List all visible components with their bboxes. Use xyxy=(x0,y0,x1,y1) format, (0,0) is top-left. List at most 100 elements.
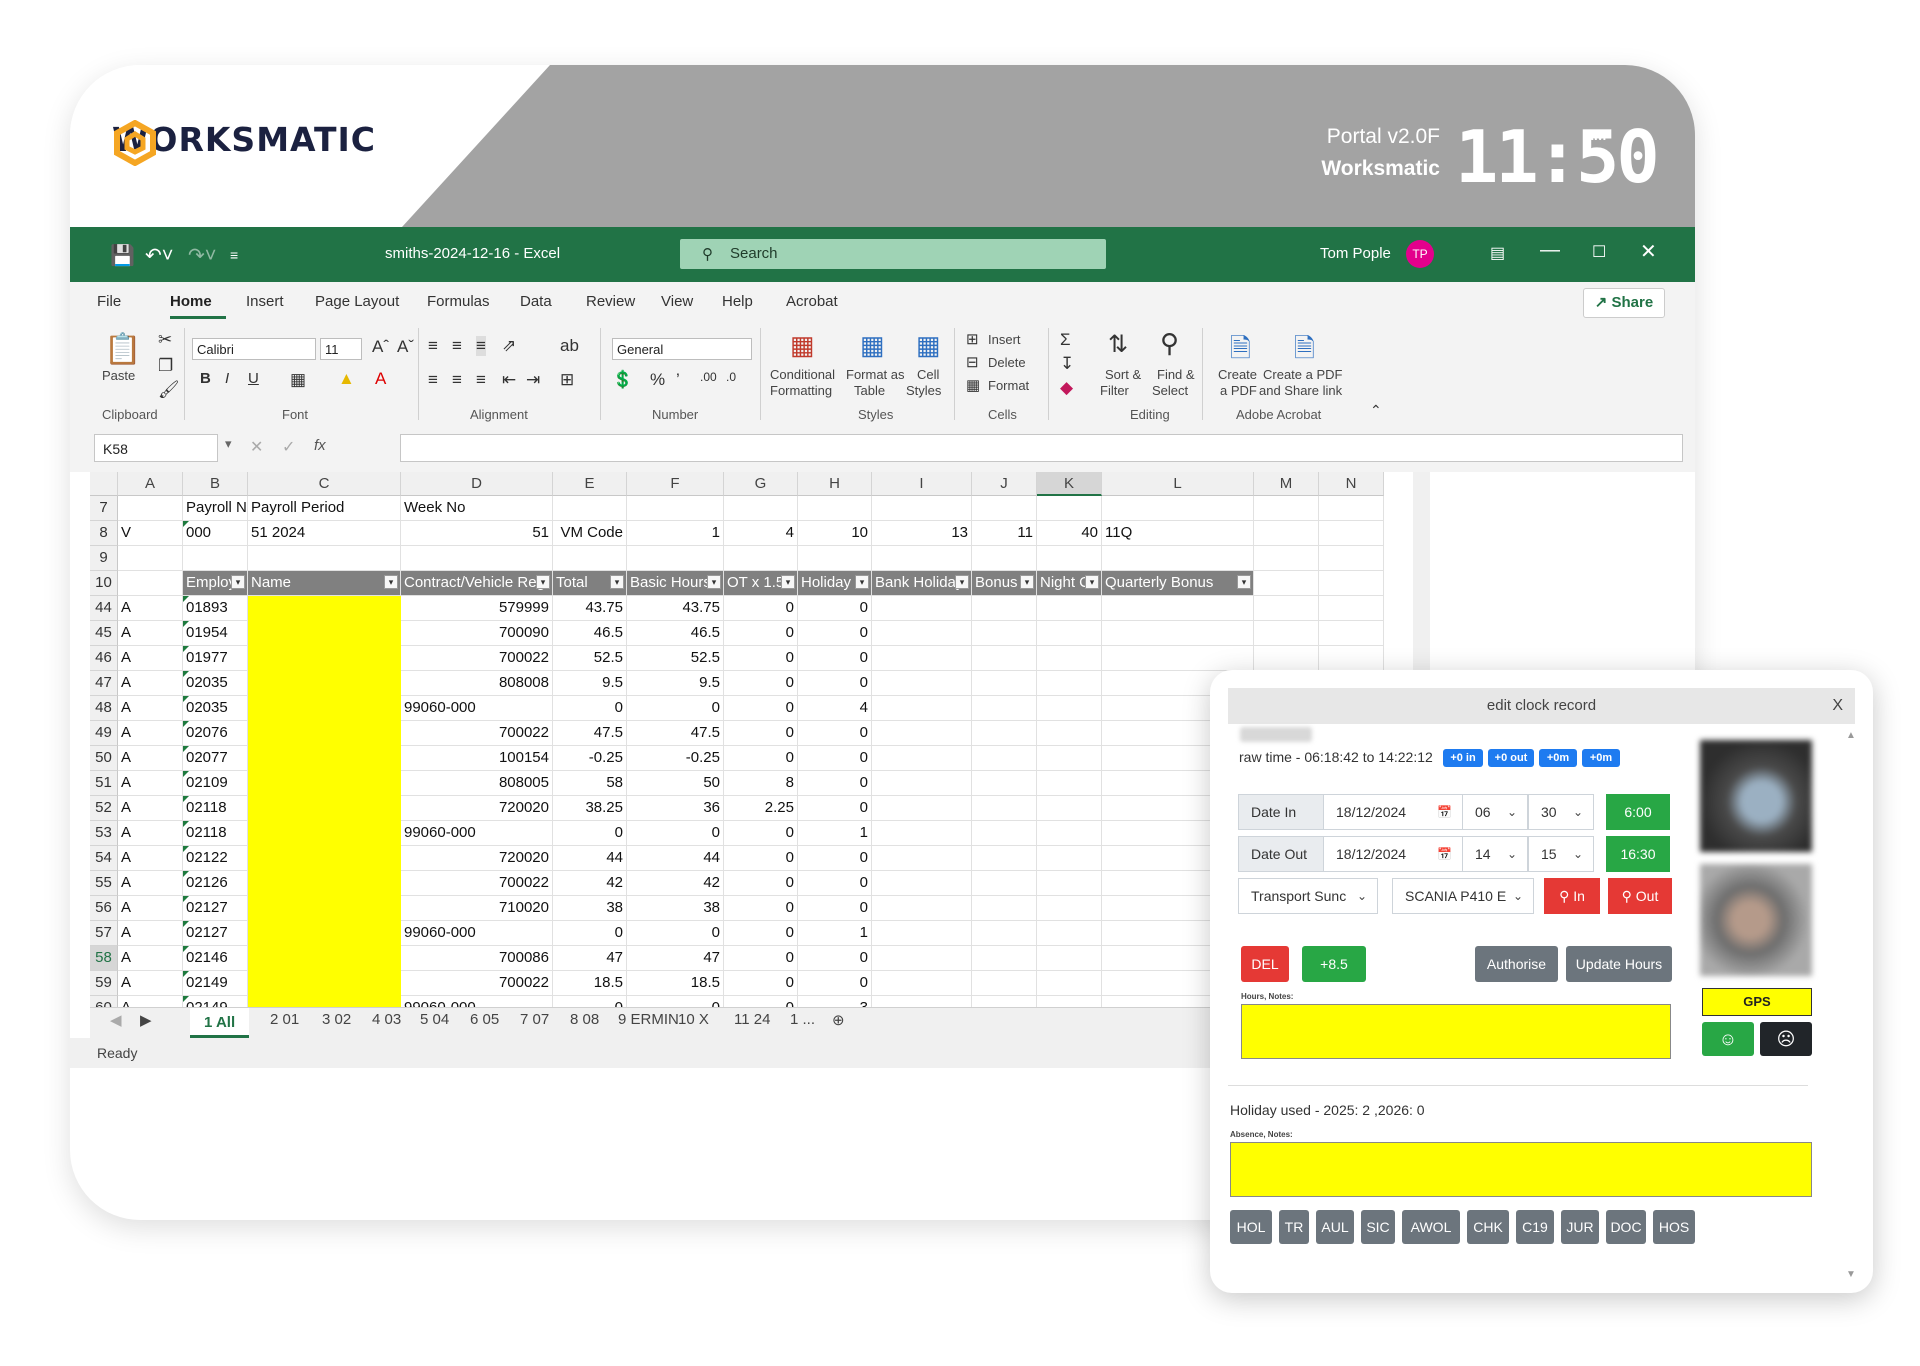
table-cell[interactable]: 47 xyxy=(627,946,724,971)
scroll-up-icon[interactable]: ▲ xyxy=(1846,730,1856,741)
cell[interactable] xyxy=(553,496,627,521)
table-cell[interactable] xyxy=(1037,871,1102,896)
create-pdf-label-2[interactable]: a PDF xyxy=(1220,383,1257,398)
table-cell[interactable] xyxy=(1254,596,1319,621)
table-cell[interactable] xyxy=(1102,596,1254,621)
tab-acrobat[interactable]: Acrobat xyxy=(786,293,838,310)
name-box[interactable]: K58 xyxy=(94,434,218,462)
row-header[interactable]: 8 xyxy=(90,521,118,546)
row-header[interactable]: 52 xyxy=(90,796,118,821)
table-header-cell[interactable]: Basic Hours ▾ xyxy=(627,571,724,596)
cell[interactable] xyxy=(401,546,553,571)
table-cell[interactable]: 0 xyxy=(798,646,872,671)
table-cell[interactable]: 02035 xyxy=(183,696,248,721)
column-header[interactable]: L xyxy=(1102,472,1254,496)
row-header[interactable]: 59 xyxy=(90,971,118,996)
table-cell[interactable]: 0 xyxy=(553,696,627,721)
align-center-icon[interactable]: ≡ xyxy=(452,370,462,390)
table-cell[interactable]: 0 xyxy=(724,946,798,971)
cell[interactable] xyxy=(972,546,1037,571)
sheet-tab[interactable]: 1 All xyxy=(190,1008,250,1038)
redacted-name-cell[interactable] xyxy=(248,696,401,721)
format-cells-icon[interactable]: ▦ xyxy=(966,376,980,394)
table-header-cell[interactable]: Employ ▾ xyxy=(183,571,248,596)
table-cell[interactable]: 38 xyxy=(553,896,627,921)
column-header[interactable]: F xyxy=(627,472,724,496)
table-cell[interactable]: 0 xyxy=(798,721,872,746)
redacted-name-cell[interactable] xyxy=(248,971,401,996)
redacted-name-cell[interactable] xyxy=(248,796,401,821)
table-cell[interactable]: A xyxy=(118,971,183,996)
date-in-input[interactable]: 18/12/2024 📅 xyxy=(1323,794,1463,830)
wrap-text-icon[interactable]: ab xyxy=(560,336,579,356)
redacted-name-cell[interactable] xyxy=(248,646,401,671)
ribbon-display-icon[interactable]: ▤ xyxy=(1490,243,1505,263)
table-cell[interactable] xyxy=(1319,596,1384,621)
cell[interactable]: 10 xyxy=(798,521,872,546)
clock-out-photo[interactable] xyxy=(1700,864,1812,976)
table-cell[interactable]: 02146 xyxy=(183,946,248,971)
company-select[interactable]: Transport Sunc ⌄ xyxy=(1238,878,1378,914)
table-cell[interactable]: 02149 xyxy=(183,996,248,1007)
cell[interactable] xyxy=(1254,496,1319,521)
filter-dropdown-icon[interactable]: ▾ xyxy=(231,575,245,589)
filter-dropdown-icon[interactable]: ▾ xyxy=(1085,575,1099,589)
table-cell[interactable] xyxy=(1254,621,1319,646)
absence-code-button[interactable]: DOC xyxy=(1606,1210,1646,1244)
sheet-tab[interactable]: 6 05 xyxy=(470,1011,499,1028)
cancel-icon[interactable]: ✕ xyxy=(250,437,263,457)
avatar[interactable]: TP xyxy=(1406,240,1434,268)
table-cell[interactable]: 808005 xyxy=(401,771,553,796)
tab-insert[interactable]: Insert xyxy=(246,293,284,310)
absence-code-button[interactable]: CHK xyxy=(1467,1210,1509,1244)
table-cell[interactable]: -0.25 xyxy=(553,746,627,771)
align-middle-icon[interactable]: ≡ xyxy=(452,336,462,356)
undo-icon[interactable]: ↶˅ xyxy=(145,243,173,268)
filter-dropdown-icon[interactable]: ▾ xyxy=(536,575,550,589)
conditional-formatting-label-2[interactable]: Formatting xyxy=(770,383,832,398)
format-painter-icon[interactable]: 🖌 xyxy=(158,380,180,400)
table-cell[interactable] xyxy=(872,921,972,946)
minimize-icon[interactable]: — xyxy=(1540,239,1560,262)
tab-review[interactable]: Review xyxy=(586,293,635,310)
table-cell[interactable] xyxy=(872,821,972,846)
conditional-formatting-label-1[interactable]: Conditional xyxy=(770,367,835,382)
share-button[interactable]: ↗ Share xyxy=(1583,288,1665,318)
table-cell[interactable]: 700022 xyxy=(401,646,553,671)
table-cell[interactable]: 02109 xyxy=(183,771,248,796)
table-cell[interactable] xyxy=(1319,621,1384,646)
table-header-cell[interactable]: OT x 1.5 ▾ xyxy=(724,571,798,596)
format-as-table-icon[interactable]: ▦ xyxy=(860,330,885,361)
table-cell[interactable]: 0 xyxy=(724,721,798,746)
sheet-tab[interactable]: 5 04 xyxy=(420,1011,449,1028)
table-cell[interactable] xyxy=(1102,621,1254,646)
cell[interactable] xyxy=(1102,546,1254,571)
table-cell[interactable] xyxy=(872,596,972,621)
table-cell[interactable] xyxy=(972,896,1037,921)
pill-in[interactable]: +0 in xyxy=(1443,749,1483,767)
table-cell[interactable]: 710020 xyxy=(401,896,553,921)
cell[interactable] xyxy=(118,546,183,571)
table-cell[interactable] xyxy=(1037,621,1102,646)
table-cell[interactable]: 52.5 xyxy=(627,646,724,671)
add-sheet-icon[interactable]: ⊕ xyxy=(832,1011,845,1029)
cell[interactable]: 4 xyxy=(724,521,798,546)
redo-icon[interactable]: ↷˅ xyxy=(188,243,216,268)
cell[interactable] xyxy=(1319,571,1384,596)
align-bottom-icon[interactable]: ≡ xyxy=(476,336,486,356)
cell[interactable]: 1 xyxy=(627,521,724,546)
table-cell[interactable]: 0 xyxy=(724,896,798,921)
table-cell[interactable] xyxy=(1037,696,1102,721)
row-header[interactable]: 55 xyxy=(90,871,118,896)
table-cell[interactable]: 01893 xyxy=(183,596,248,621)
pill-out[interactable]: +0 out xyxy=(1488,749,1534,767)
redacted-name-cell[interactable] xyxy=(248,896,401,921)
tab-view[interactable]: View xyxy=(661,293,693,310)
table-cell[interactable]: 100154 xyxy=(401,746,553,771)
table-cell[interactable]: 0 xyxy=(798,946,872,971)
table-cell[interactable] xyxy=(972,846,1037,871)
table-cell[interactable] xyxy=(1037,921,1102,946)
sort-filter-label-2[interactable]: Filter xyxy=(1100,383,1129,398)
row-header[interactable]: 58 xyxy=(90,946,118,971)
create-share-label-2[interactable]: and Share link xyxy=(1259,383,1342,398)
